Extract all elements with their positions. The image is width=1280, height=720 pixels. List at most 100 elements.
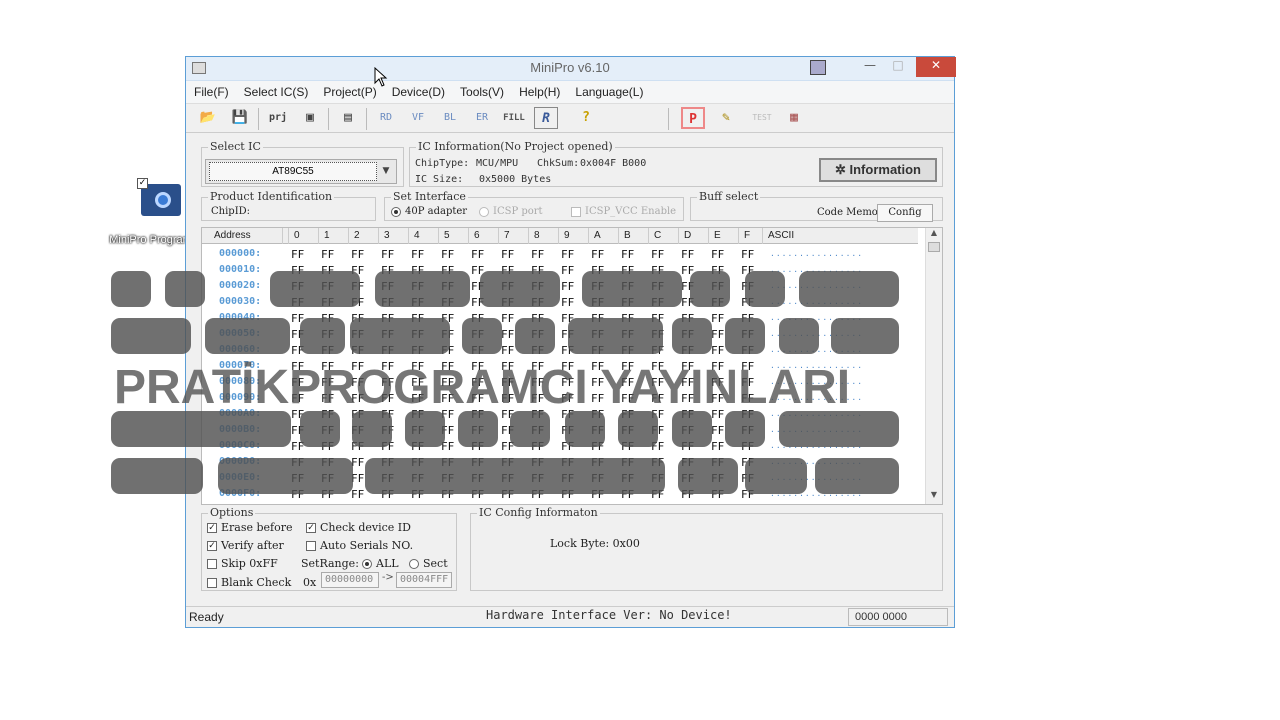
window-title: MiniPro v6.10 bbox=[530, 60, 610, 75]
skip-ff-checkbox[interactable]: Skip 0xFF bbox=[207, 557, 278, 570]
close-button[interactable]: ✕ bbox=[916, 57, 956, 77]
config-button[interactable]: Config bbox=[877, 204, 933, 222]
p-icon[interactable]: P bbox=[681, 107, 705, 129]
information-button[interactable]: ✲ Information bbox=[819, 158, 937, 182]
erase-icon[interactable]: ER bbox=[470, 107, 494, 129]
chevron-down-icon[interactable]: ▼ bbox=[378, 162, 394, 181]
hex-cell[interactable]: FF bbox=[741, 248, 754, 261]
hex-cell[interactable]: FF bbox=[681, 248, 694, 261]
radio-icsp-port[interactable]: ICSP port bbox=[479, 206, 543, 217]
status-bar: Ready Hardware Interface Ver: No Device!… bbox=[186, 606, 954, 627]
save-project-icon[interactable]: ▣ bbox=[298, 107, 322, 129]
hex-cell[interactable]: FF bbox=[291, 248, 304, 261]
table-row[interactable]: 000000: FF FF FF FF FF FF FF FF FF FF FF FF FF FF FF FF.… bbox=[202, 248, 918, 264]
chip-icon[interactable]: ▦ bbox=[782, 107, 806, 129]
grid-scrollbar[interactable]: ▲ ▼ bbox=[925, 228, 942, 504]
hex-cell[interactable]: FF bbox=[651, 248, 664, 261]
project-icon[interactable]: prj bbox=[266, 107, 290, 129]
ascii-header: ASCII bbox=[768, 230, 795, 241]
menu-file[interactable]: File(F) bbox=[186, 81, 236, 99]
ic-size-value: 0x5000 Bytes bbox=[479, 174, 552, 185]
hex-cell[interactable]: FF bbox=[561, 264, 574, 277]
menu-select-ic[interactable]: Select IC(S) bbox=[236, 81, 316, 99]
ic-select-combo[interactable]: AT89C55 ▼ bbox=[205, 159, 397, 184]
erase-before-checkbox[interactable]: ✓ Erase before bbox=[207, 521, 293, 534]
chipid-label: ChipID: bbox=[211, 206, 251, 217]
verify-after-checkbox[interactable]: ✓ Verify after bbox=[207, 539, 284, 552]
hex-cell[interactable]: FF bbox=[561, 296, 574, 309]
hex-cell[interactable]: FF bbox=[711, 440, 724, 453]
help-icon[interactable]: ? bbox=[574, 107, 598, 129]
open-icon[interactable]: 📂 bbox=[196, 107, 220, 129]
hex-cell[interactable]: FF bbox=[711, 248, 724, 261]
column-header: E bbox=[714, 230, 721, 241]
hex-cell[interactable]: FF bbox=[471, 248, 484, 261]
hex-cell[interactable]: FF bbox=[711, 312, 724, 325]
status-code: 0000 0000 bbox=[848, 608, 948, 626]
hex-cell[interactable]: FF bbox=[381, 248, 394, 261]
column-header: C bbox=[654, 230, 662, 241]
column-header: 2 bbox=[354, 230, 360, 241]
hex-cell[interactable]: FF bbox=[711, 424, 724, 437]
hex-cell[interactable]: FF bbox=[621, 248, 634, 261]
hex-cell[interactable]: FF bbox=[501, 248, 514, 261]
save-icon[interactable]: 💾 bbox=[228, 107, 252, 129]
ic-config-group: IC Config Informaton bbox=[470, 506, 943, 591]
range-start-input[interactable]: 00000000 bbox=[321, 572, 379, 588]
r-icon[interactable]: R bbox=[534, 107, 558, 129]
fill-icon[interactable]: FILL bbox=[502, 107, 526, 129]
menu-language[interactable]: Language(L) bbox=[567, 81, 650, 99]
hex-cell[interactable]: FF bbox=[501, 312, 514, 325]
range-sect-radio[interactable]: Sect bbox=[409, 557, 448, 570]
device-status-icon[interactable] bbox=[810, 60, 826, 75]
radio-40p-adapter[interactable]: 40P adapter bbox=[391, 206, 467, 217]
range-end-input[interactable]: 00004FFF bbox=[396, 572, 452, 588]
menu-help[interactable]: Help(H) bbox=[511, 81, 567, 99]
icsp-vcc-checkbox[interactable]: ICSP_VCC Enable bbox=[571, 206, 676, 217]
range-all-radio[interactable]: ALL bbox=[362, 557, 399, 570]
hex-prefix-label: 0x bbox=[303, 576, 317, 589]
hex-cell[interactable]: FF bbox=[561, 280, 574, 293]
hex-cell[interactable]: FF bbox=[441, 248, 454, 261]
menu-device[interactable]: Device(D) bbox=[384, 81, 452, 99]
hex-cell[interactable]: FF bbox=[411, 248, 424, 261]
toolbar: 📂 💾 prj ▣ ▤ RD VF BL ER FILL R ? P ✎ TES… bbox=[186, 103, 954, 133]
scroll-up-icon[interactable]: ▲ bbox=[926, 228, 942, 242]
hex-cell[interactable]: FF bbox=[711, 328, 724, 341]
hex-cell[interactable]: FF bbox=[351, 248, 364, 261]
scroll-down-icon[interactable]: ▼ bbox=[926, 490, 942, 504]
test-icon[interactable]: TEST bbox=[750, 107, 774, 129]
title-bar: MiniPro v6.10 — □ ✕ bbox=[186, 57, 956, 81]
maximize-button[interactable]: □ bbox=[884, 57, 912, 77]
hex-cell[interactable]: FF bbox=[321, 248, 334, 261]
memo-icon[interactable]: ▤ bbox=[336, 107, 360, 129]
interface-legend: Set Interface bbox=[391, 190, 468, 203]
hex-cell[interactable]: FF bbox=[351, 488, 364, 501]
hex-cell[interactable]: FF bbox=[561, 248, 574, 261]
blank-check-icon[interactable]: BL bbox=[438, 107, 462, 129]
column-header: 1 bbox=[324, 230, 330, 241]
status-hardware: Hardware Interface Ver: No Device! bbox=[486, 608, 732, 622]
verify-icon[interactable]: VF bbox=[406, 107, 430, 129]
hex-cell[interactable]: FF bbox=[591, 248, 604, 261]
check-device-id-checkbox[interactable]: ✓ Check device ID bbox=[306, 521, 411, 534]
code-memo-tab[interactable]: Code Memo bbox=[817, 207, 878, 218]
chip-type-value: MCU/MPU bbox=[476, 158, 519, 169]
grid-header: Address 0 1 2 3 4 5 6 7 8 9 A B C D E F ASCII bbox=[202, 228, 918, 244]
hex-cell[interactable]: FF bbox=[711, 344, 724, 357]
hex-cell[interactable]: FF bbox=[531, 248, 544, 261]
edit-icon[interactable]: ✎ bbox=[714, 107, 738, 129]
hex-cell[interactable]: FF bbox=[501, 328, 514, 341]
scroll-thumb[interactable] bbox=[928, 242, 940, 252]
status-ready: Ready bbox=[189, 610, 224, 624]
column-header: F bbox=[744, 230, 751, 241]
read-icon[interactable]: RD bbox=[374, 107, 398, 129]
minimize-button[interactable]: — bbox=[856, 57, 884, 77]
menu-tools[interactable]: Tools(V) bbox=[452, 81, 511, 99]
column-header: 3 bbox=[384, 230, 390, 241]
blank-check-checkbox[interactable]: Blank Check bbox=[207, 576, 291, 589]
column-header: B bbox=[624, 230, 631, 241]
column-header: 6 bbox=[474, 230, 480, 241]
hex-cell[interactable]: FF bbox=[501, 344, 514, 357]
auto-serials-checkbox[interactable]: Auto Serials NO. bbox=[306, 539, 413, 552]
